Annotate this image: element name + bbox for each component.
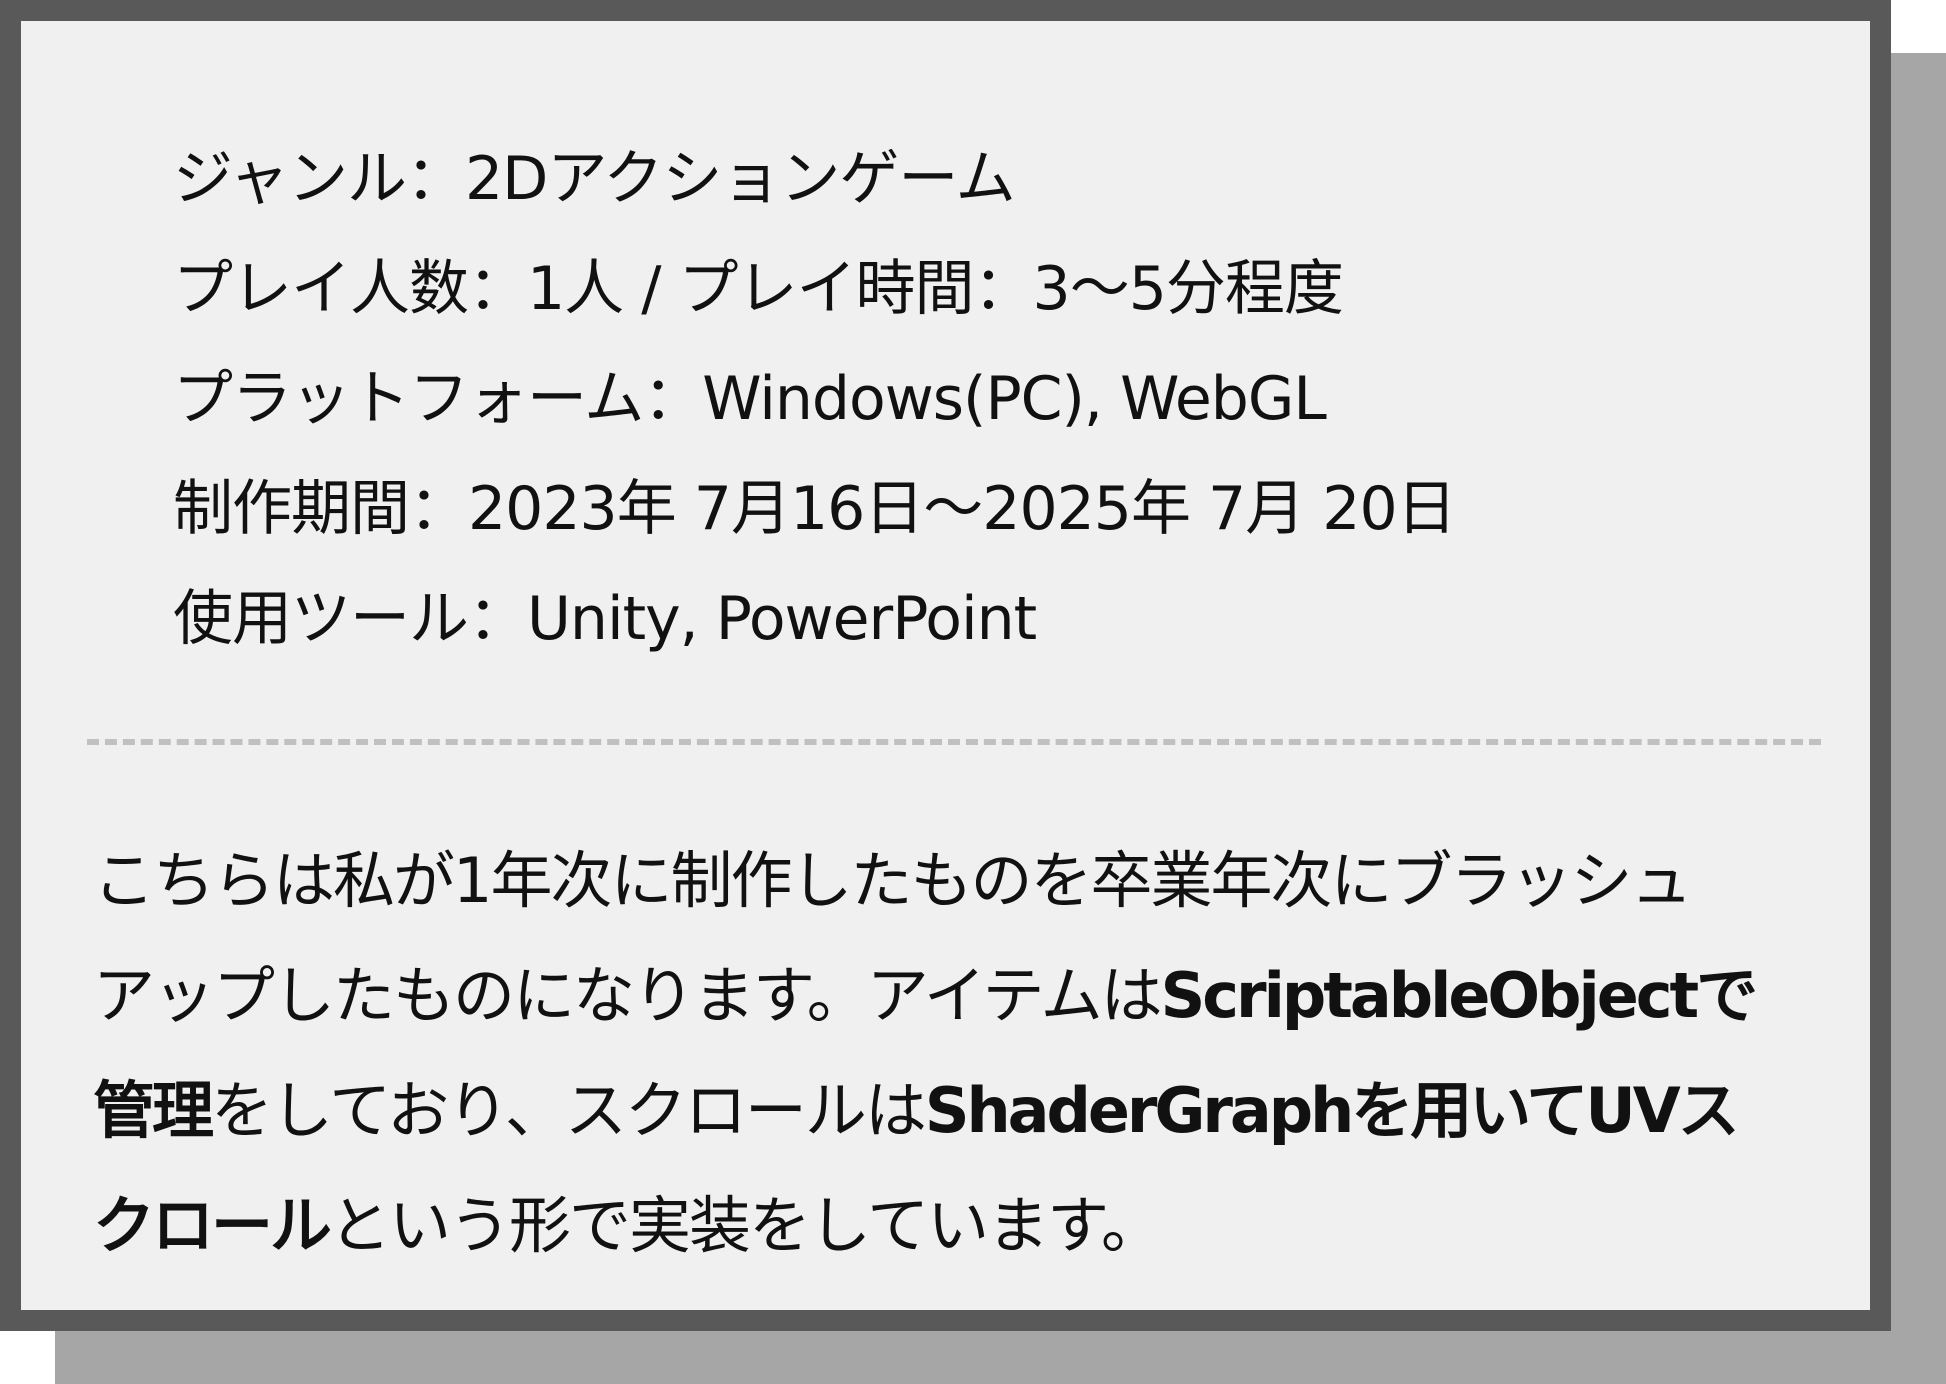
tools-line: 使用ツール：Unity, PowerPoint [173, 584, 1037, 654]
period-line: 制作期間：2023年 7月16日～2025年 7月 20日 [173, 474, 1457, 544]
description-emphasis: ScriptableObjectで [1160, 959, 1759, 1032]
description-text: こちらは私が1年次に制作したものを卒業年次にブラッシュ [93, 844, 1692, 917]
section-divider [87, 739, 1821, 745]
description-emphasis: クロール [93, 1189, 332, 1262]
platform-line: プラットフォーム：Windows(PC), WebGL [173, 364, 1327, 434]
description-paragraph: こちらは私が1年次に制作したものを卒業年次にブラッシュ アップしたものになります… [93, 823, 1853, 1283]
description-emphasis: 管理 [93, 1074, 214, 1147]
description-text: という形で実装をしています。 [329, 1189, 1163, 1262]
description-text: アップしたものになります。アイテムは [93, 959, 1163, 1032]
description-text: をしており、スクロールは [211, 1074, 927, 1147]
info-card: ジャンル：2Dアクションゲーム プレイ人数：1人 / プレイ時間：3～5分程度 … [0, 0, 1891, 1331]
players-line: プレイ人数：1人 / プレイ時間：3～5分程度 [173, 254, 1344, 324]
genre-line: ジャンル：2Dアクションゲーム [173, 144, 1016, 214]
description-emphasis: ShaderGraphを用いてUVス [924, 1074, 1740, 1147]
description-line-2: アップしたものになります。アイテムはScriptableObjectで [93, 938, 1853, 1053]
game-info-list: ジャンル：2Dアクションゲーム プレイ人数：1人 / プレイ時間：3～5分程度 … [173, 124, 1773, 674]
description-line-3: 管理をしており、スクロールはShaderGraphを用いてUVス [93, 1053, 1853, 1168]
description-line-4: クロールという形で実装をしています。 [93, 1168, 1853, 1283]
description-line-1: こちらは私が1年次に制作したものを卒業年次にブラッシュ [93, 823, 1853, 938]
